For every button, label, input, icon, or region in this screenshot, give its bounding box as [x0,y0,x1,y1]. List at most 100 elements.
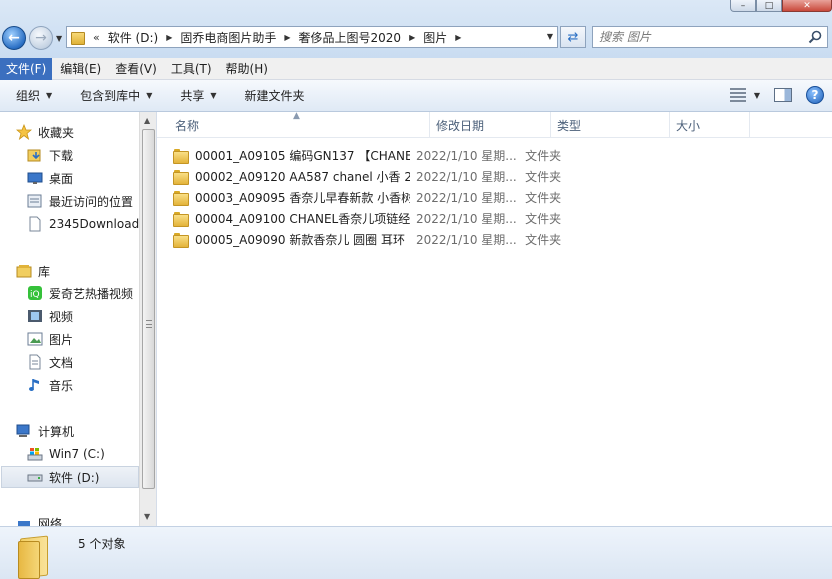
column-header: ▲ 名称 修改日期 类型 大小 [157,111,832,138]
sort-up-icon: ▲ [293,111,300,121]
back-button[interactable]: ← [2,26,26,50]
search-icon[interactable] [807,29,823,45]
address-bar[interactable]: « 软件 (D:) ▶ 固乔电商图片助手 ▶ 奢侈品上图号2020 ▶ 图片 ▶ ▼ [66,26,558,48]
menu-file[interactable]: 文件(F) [0,57,53,80]
music-note-icon [29,379,39,391]
file-row[interactable]: 00005_A09090 新款香奈儿 圆圈 耳环 ... 2022/1/10 星… [173,229,613,250]
nav-item-desktop[interactable]: 桌面 [27,167,156,189]
folder-icon [71,30,89,45]
file-list: ▲ 名称 修改日期 类型 大小 00001_A09105 编码GN137 【CHA… [157,111,832,526]
breadcrumb-item-project[interactable]: 奢侈品上图号2020 ▶ [299,29,424,46]
nav-scrollbar[interactable]: ▲ ▼ [139,112,156,526]
nav-item-downloads[interactable]: 下载 [27,144,156,166]
recent-places-icon [27,194,42,208]
desktop-icon [27,172,43,184]
nav-favorites[interactable]: 收藏夹 [16,121,156,143]
network-icon [18,521,30,526]
item-count: 5 个对象 [78,537,126,551]
file-row[interactable]: 00001_A09105 编码GN137 【CHANEL... 2022/1/1… [173,145,613,166]
library-icon [16,265,32,278]
star-icon [16,124,32,140]
chevron-right-icon[interactable]: ▶ [455,33,461,42]
chevron-right-icon[interactable]: ▶ [166,33,172,42]
nav-item-drive-c[interactable]: Win7 (C:) [27,443,156,465]
download-folder-icon [27,149,41,162]
folder-icon [173,211,189,227]
nav-item-iqiyi[interactable]: iQ 爱奇艺热播视频 [27,282,156,304]
folder-icon [173,232,189,248]
iqiyi-icon: iQ [28,286,42,300]
nav-item-pictures[interactable]: 图片 [27,328,156,350]
folder-icon [173,169,189,185]
column-name[interactable]: ▲ 名称 [157,111,430,138]
close-button[interactable]: ✕ [782,0,832,12]
svg-text:iQ: iQ [30,290,40,300]
chevron-down-icon: ▼ [46,91,53,100]
arrow-right-icon: → [35,30,47,46]
nav-network[interactable]: 网络 [16,512,156,526]
drive-icon [27,474,43,482]
folder-icon [173,190,189,206]
menu-view[interactable]: 查看(V) [109,58,163,80]
nav-item-drive-d[interactable]: 软件 (D:) [1,466,139,488]
file-icon [29,216,41,232]
chevron-down-icon: ▼ [753,90,760,100]
menu-edit[interactable]: 编辑(E) [54,58,107,80]
address-dropdown-icon[interactable]: ▼ [547,32,553,41]
menu-tools[interactable]: 工具(T) [165,58,218,80]
refresh-button[interactable]: ⇄ [560,26,586,48]
search-box[interactable] [592,26,828,48]
window-controls: – □ ✕ [730,0,832,12]
maximize-button[interactable]: □ [756,0,782,12]
file-row[interactable]: 00003_A09095 香奈儿早春新款 小香树... 2022/1/10 星期… [173,187,613,208]
preview-pane-icon[interactable] [774,88,792,102]
chevron-down-icon: ▼ [210,91,217,100]
nav-item-documents[interactable]: 文档 [27,351,156,373]
breadcrumb-overflow[interactable]: « [93,31,100,44]
view-list-icon [729,88,746,102]
nav-item-2345downloads[interactable]: 2345Downloads [27,213,156,235]
chevron-down-icon: ▼ [146,91,153,100]
computer-icon [16,424,30,437]
forward-button[interactable]: → [29,26,53,50]
folder-icon [173,148,189,164]
help-icon[interactable]: ? [806,86,824,104]
scroll-up-icon[interactable]: ▲ [144,116,150,125]
column-size[interactable]: 大小 [670,112,750,138]
chevron-down-icon: ▼ [56,34,63,43]
file-row[interactable]: 00002_A09120 AA587 chanel 小香 20... 2022/… [173,166,613,187]
file-row[interactable]: 00004_A09100 CHANEL香奈儿项链经... 2022/1/10 星… [173,208,613,229]
search-input[interactable] [593,30,793,44]
minimize-button[interactable]: – [730,0,756,12]
share-button[interactable]: 共享 ▼ [172,80,224,112]
menu-bar: 文件(F) 编辑(E) 查看(V) 工具(T) 帮助(H) [0,57,832,80]
command-bar: 组织 ▼ 包含到库中 ▼ 共享 ▼ 新建文件夹 ▼ ? [0,80,832,112]
nav-item-recent-places[interactable]: 最近访问的位置 [27,190,156,212]
folder-icon [18,533,52,579]
breadcrumb-item-current[interactable]: 图片 ▶ [423,29,469,46]
chevron-right-icon[interactable]: ▶ [284,33,290,42]
nav-libraries[interactable]: 库 [16,260,156,282]
change-view-button[interactable]: ▼ [729,88,760,102]
picture-icon [27,332,43,346]
document-icon [29,354,41,370]
new-folder-button[interactable]: 新建文件夹 [237,80,313,112]
scrollbar-thumb[interactable] [142,129,155,489]
refresh-icon: ⇄ [567,29,579,45]
nav-item-videos[interactable]: 视频 [27,305,156,327]
nav-computer[interactable]: 计算机 [16,420,156,442]
breadcrumb-item-app[interactable]: 固乔电商图片助手 ▶ [180,29,298,46]
include-library-button[interactable]: 包含到库中 ▼ [72,80,160,112]
status-bar: 5 个对象 [0,526,832,579]
chevron-right-icon[interactable]: ▶ [409,33,415,42]
breadcrumb-item-drive[interactable]: 软件 (D:) ▶ [108,29,181,46]
column-type[interactable]: 类型 [551,112,670,138]
nav-item-music[interactable]: 音乐 [27,374,156,396]
recent-pages-dropdown[interactable]: ▼ [56,34,62,43]
organize-button[interactable]: 组织 ▼ [8,80,60,112]
scroll-down-icon[interactable]: ▼ [144,512,150,521]
title-bar: – □ ✕ ← → ▼ « 软件 (D:) ▶ 固乔电商图片助手 ▶ 奢侈品上图号2… [0,0,832,58]
windows-drive-icon [27,448,43,461]
column-modified[interactable]: 修改日期 [430,112,551,138]
menu-help[interactable]: 帮助(H) [220,58,274,80]
